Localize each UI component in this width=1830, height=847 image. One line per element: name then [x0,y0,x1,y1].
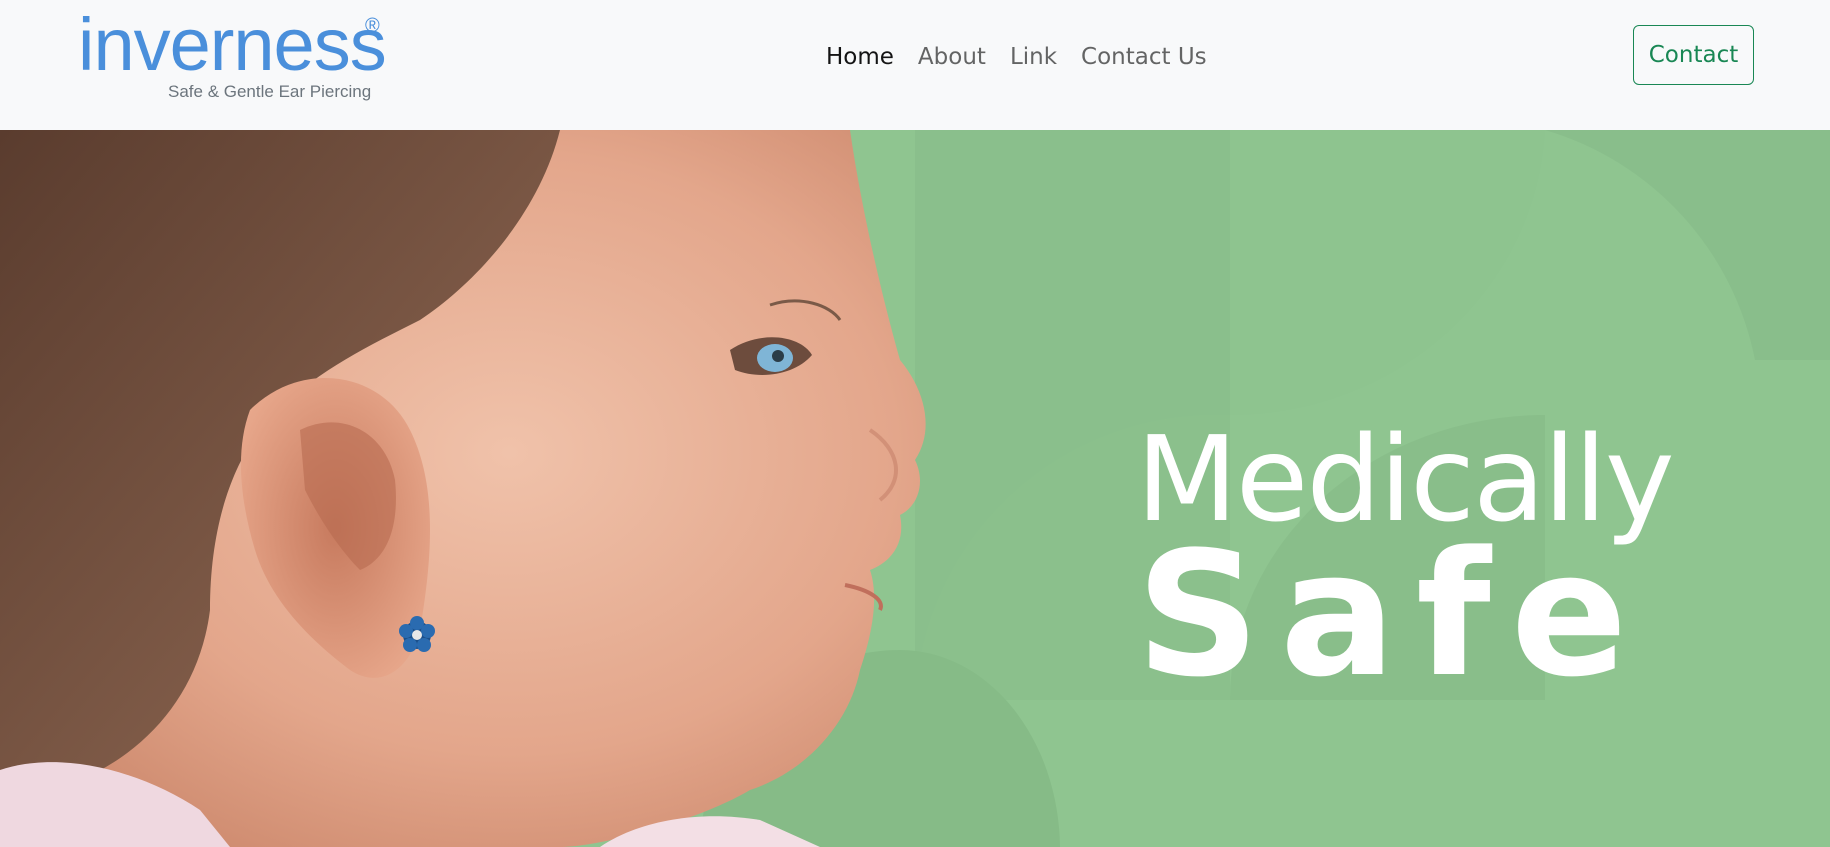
headline-line-2: Safe [1136,514,1648,715]
brand-logo[interactable]: inverness ® Safe & Gentle Ear Piercing [78,8,388,103]
nav-link-link[interactable]: Link [998,40,1069,74]
brand-tagline: Safe & Gentle Ear Piercing [168,82,372,101]
brand-name: inverness [78,3,387,86]
hero-headline: Medically Safe [1136,420,1675,715]
baby-profile-image [0,130,926,847]
main-nav: Home About Link Contact Us [826,40,1219,74]
contact-button[interactable]: Contact [1633,25,1754,85]
nav-link-contact-us[interactable]: Contact Us [1069,40,1219,74]
nav-link-about[interactable]: About [906,40,998,74]
nav-link-home[interactable]: Home [826,40,906,74]
navbar: inverness ® Safe & Gentle Ear Piercing H… [0,0,1830,130]
hero-banner: Medically Safe [0,130,1830,847]
registered-mark: ® [365,15,380,37]
